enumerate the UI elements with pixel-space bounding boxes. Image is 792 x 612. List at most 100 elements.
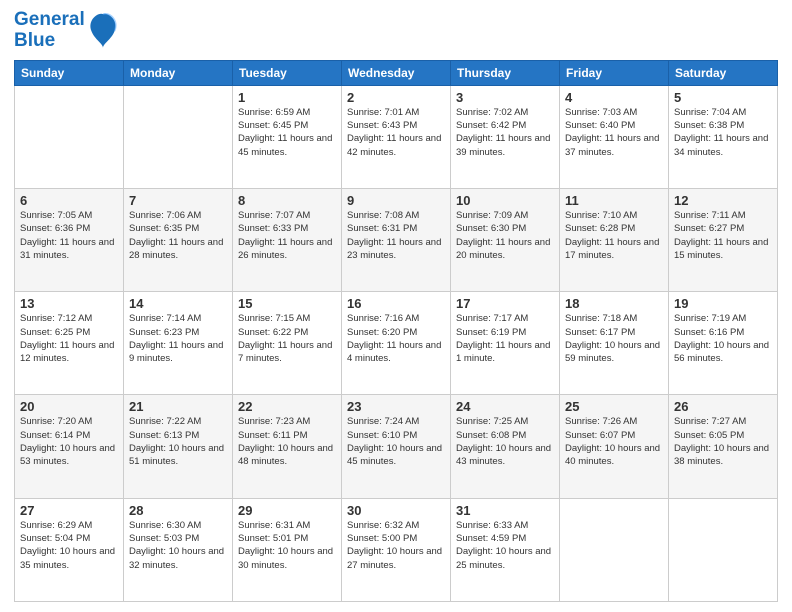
day-info: Sunrise: 7:18 AM Sunset: 6:17 PM Dayligh… [565,312,663,365]
logo-container: General Blue [14,10,119,52]
calendar-day-cell: 2Sunrise: 7:01 AM Sunset: 6:43 PM Daylig… [342,85,451,188]
day-info: Sunrise: 7:16 AM Sunset: 6:20 PM Dayligh… [347,312,445,365]
day-number: 30 [347,503,445,518]
calendar-day-cell: 17Sunrise: 7:17 AM Sunset: 6:19 PM Dayli… [451,292,560,395]
calendar-day-cell: 8Sunrise: 7:07 AM Sunset: 6:33 PM Daylig… [233,189,342,292]
calendar-day-cell: 22Sunrise: 7:23 AM Sunset: 6:11 PM Dayli… [233,395,342,498]
day-number: 13 [20,296,118,311]
day-number: 14 [129,296,227,311]
day-number: 11 [565,193,663,208]
calendar-day-header: Wednesday [342,60,451,85]
day-number: 4 [565,90,663,105]
calendar-day-header: Tuesday [233,60,342,85]
day-info: Sunrise: 7:08 AM Sunset: 6:31 PM Dayligh… [347,209,445,262]
calendar-day-cell: 25Sunrise: 7:26 AM Sunset: 6:07 PM Dayli… [560,395,669,498]
calendar-week-row: 27Sunrise: 6:29 AM Sunset: 5:04 PM Dayli… [15,498,778,601]
day-number: 24 [456,399,554,414]
calendar-day-cell: 15Sunrise: 7:15 AM Sunset: 6:22 PM Dayli… [233,292,342,395]
day-number: 17 [456,296,554,311]
calendar-week-row: 20Sunrise: 7:20 AM Sunset: 6:14 PM Dayli… [15,395,778,498]
calendar-day-cell: 9Sunrise: 7:08 AM Sunset: 6:31 PM Daylig… [342,189,451,292]
page-header: General Blue [14,10,778,52]
calendar-day-cell: 1Sunrise: 6:59 AM Sunset: 6:45 PM Daylig… [233,85,342,188]
calendar-day-header: Saturday [669,60,778,85]
day-number: 1 [238,90,336,105]
calendar-day-cell: 5Sunrise: 7:04 AM Sunset: 6:38 PM Daylig… [669,85,778,188]
day-info: Sunrise: 7:22 AM Sunset: 6:13 PM Dayligh… [129,415,227,468]
day-number: 9 [347,193,445,208]
day-number: 7 [129,193,227,208]
calendar-day-cell: 4Sunrise: 7:03 AM Sunset: 6:40 PM Daylig… [560,85,669,188]
calendar-day-cell: 13Sunrise: 7:12 AM Sunset: 6:25 PM Dayli… [15,292,124,395]
day-info: Sunrise: 7:09 AM Sunset: 6:30 PM Dayligh… [456,209,554,262]
day-info: Sunrise: 7:07 AM Sunset: 6:33 PM Dayligh… [238,209,336,262]
calendar-day-cell: 19Sunrise: 7:19 AM Sunset: 6:16 PM Dayli… [669,292,778,395]
day-number: 6 [20,193,118,208]
calendar-day-cell: 28Sunrise: 6:30 AM Sunset: 5:03 PM Dayli… [124,498,233,601]
calendar-header-row: SundayMondayTuesdayWednesdayThursdayFrid… [15,60,778,85]
day-info: Sunrise: 7:25 AM Sunset: 6:08 PM Dayligh… [456,415,554,468]
day-number: 21 [129,399,227,414]
day-info: Sunrise: 7:17 AM Sunset: 6:19 PM Dayligh… [456,312,554,365]
calendar-empty-cell [15,85,124,188]
logo-general: General [14,10,85,31]
calendar-day-cell: 21Sunrise: 7:22 AM Sunset: 6:13 PM Dayli… [124,395,233,498]
calendar-table: SundayMondayTuesdayWednesdayThursdayFrid… [14,60,778,602]
day-number: 3 [456,90,554,105]
day-number: 10 [456,193,554,208]
day-number: 27 [20,503,118,518]
day-number: 18 [565,296,663,311]
day-info: Sunrise: 7:19 AM Sunset: 6:16 PM Dayligh… [674,312,772,365]
calendar-day-header: Thursday [451,60,560,85]
day-info: Sunrise: 7:01 AM Sunset: 6:43 PM Dayligh… [347,106,445,159]
day-number: 5 [674,90,772,105]
calendar-empty-cell [124,85,233,188]
day-number: 31 [456,503,554,518]
day-number: 28 [129,503,227,518]
day-info: Sunrise: 7:23 AM Sunset: 6:11 PM Dayligh… [238,415,336,468]
calendar-day-cell: 31Sunrise: 6:33 AM Sunset: 4:59 PM Dayli… [451,498,560,601]
calendar-day-cell: 16Sunrise: 7:16 AM Sunset: 6:20 PM Dayli… [342,292,451,395]
calendar-day-header: Friday [560,60,669,85]
day-info: Sunrise: 7:15 AM Sunset: 6:22 PM Dayligh… [238,312,336,365]
day-info: Sunrise: 7:14 AM Sunset: 6:23 PM Dayligh… [129,312,227,365]
calendar-day-cell: 18Sunrise: 7:18 AM Sunset: 6:17 PM Dayli… [560,292,669,395]
calendar-empty-cell [669,498,778,601]
day-info: Sunrise: 6:29 AM Sunset: 5:04 PM Dayligh… [20,519,118,572]
day-info: Sunrise: 6:32 AM Sunset: 5:00 PM Dayligh… [347,519,445,572]
day-number: 15 [238,296,336,311]
calendar-day-cell: 10Sunrise: 7:09 AM Sunset: 6:30 PM Dayli… [451,189,560,292]
day-number: 19 [674,296,772,311]
calendar-day-cell: 27Sunrise: 6:29 AM Sunset: 5:04 PM Dayli… [15,498,124,601]
day-info: Sunrise: 6:33 AM Sunset: 4:59 PM Dayligh… [456,519,554,572]
day-info: Sunrise: 7:04 AM Sunset: 6:38 PM Dayligh… [674,106,772,159]
calendar-day-cell: 12Sunrise: 7:11 AM Sunset: 6:27 PM Dayli… [669,189,778,292]
day-info: Sunrise: 7:11 AM Sunset: 6:27 PM Dayligh… [674,209,772,262]
calendar-day-header: Monday [124,60,233,85]
calendar-day-header: Sunday [15,60,124,85]
day-info: Sunrise: 6:31 AM Sunset: 5:01 PM Dayligh… [238,519,336,572]
calendar-week-row: 1Sunrise: 6:59 AM Sunset: 6:45 PM Daylig… [15,85,778,188]
day-number: 23 [347,399,445,414]
calendar-day-cell: 7Sunrise: 7:06 AM Sunset: 6:35 PM Daylig… [124,189,233,292]
day-info: Sunrise: 7:06 AM Sunset: 6:35 PM Dayligh… [129,209,227,262]
calendar-week-row: 6Sunrise: 7:05 AM Sunset: 6:36 PM Daylig… [15,189,778,292]
calendar-empty-cell [560,498,669,601]
day-number: 29 [238,503,336,518]
day-number: 20 [20,399,118,414]
day-info: Sunrise: 7:26 AM Sunset: 6:07 PM Dayligh… [565,415,663,468]
day-number: 25 [565,399,663,414]
logo-blue: Blue [14,31,85,52]
day-info: Sunrise: 6:30 AM Sunset: 5:03 PM Dayligh… [129,519,227,572]
day-info: Sunrise: 7:12 AM Sunset: 6:25 PM Dayligh… [20,312,118,365]
calendar-day-cell: 23Sunrise: 7:24 AM Sunset: 6:10 PM Dayli… [342,395,451,498]
day-info: Sunrise: 7:20 AM Sunset: 6:14 PM Dayligh… [20,415,118,468]
day-info: Sunrise: 7:03 AM Sunset: 6:40 PM Dayligh… [565,106,663,159]
day-number: 16 [347,296,445,311]
day-number: 8 [238,193,336,208]
calendar-day-cell: 6Sunrise: 7:05 AM Sunset: 6:36 PM Daylig… [15,189,124,292]
calendar-day-cell: 20Sunrise: 7:20 AM Sunset: 6:14 PM Dayli… [15,395,124,498]
day-number: 12 [674,193,772,208]
calendar-day-cell: 24Sunrise: 7:25 AM Sunset: 6:08 PM Dayli… [451,395,560,498]
calendar-day-cell: 3Sunrise: 7:02 AM Sunset: 6:42 PM Daylig… [451,85,560,188]
